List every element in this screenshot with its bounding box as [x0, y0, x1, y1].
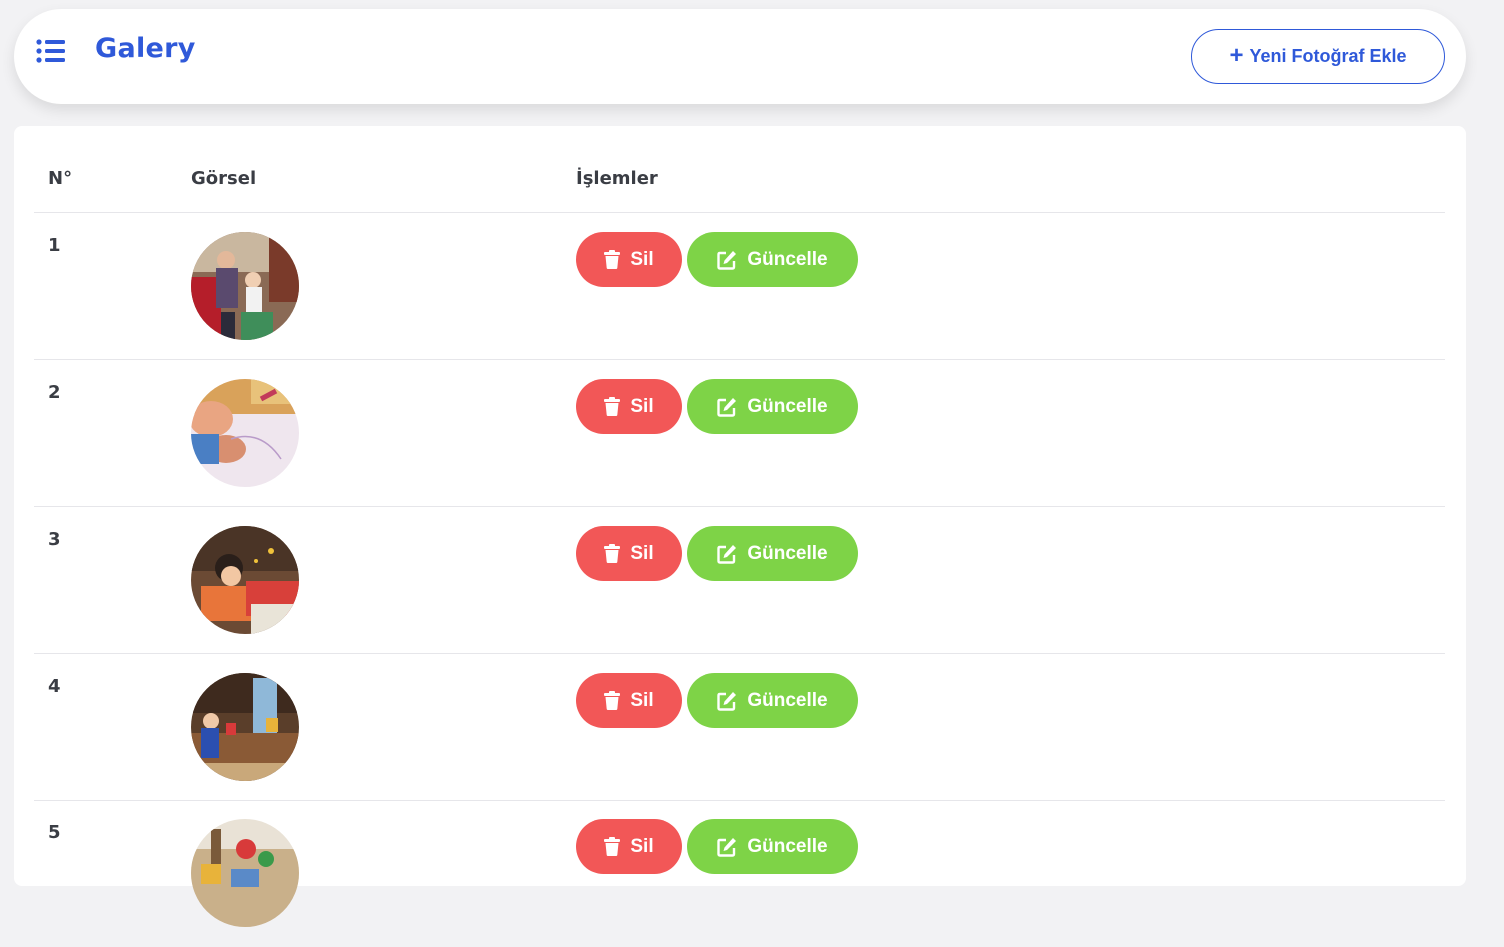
- trash-icon: [604, 544, 621, 563]
- gallery-thumbnail: [191, 232, 299, 340]
- update-button[interactable]: Güncelle: [687, 379, 858, 434]
- delete-button[interactable]: Sil: [576, 526, 682, 581]
- row-number: 1: [48, 235, 61, 256]
- edit-icon: [717, 397, 737, 417]
- add-photo-button[interactable]: + Yeni Fotoğraf Ekle: [1191, 29, 1445, 84]
- page-header: Galery + Yeni Fotoğraf Ekle: [14, 9, 1466, 104]
- trash-icon: [604, 397, 621, 416]
- gallery-thumbnail: [191, 526, 299, 634]
- table-row: 3 Sil Güncelle: [34, 507, 1445, 654]
- update-button[interactable]: Güncelle: [687, 526, 858, 581]
- update-button[interactable]: Güncelle: [687, 232, 858, 287]
- row-number: 3: [48, 529, 61, 550]
- delete-button[interactable]: Sil: [576, 819, 682, 874]
- update-button[interactable]: Güncelle: [687, 673, 858, 728]
- update-label: Güncelle: [747, 542, 828, 564]
- delete-label: Sil: [630, 835, 654, 857]
- table-row: 1 Sil Güncelle: [34, 213, 1445, 360]
- delete-button[interactable]: Sil: [576, 379, 682, 434]
- trash-icon: [604, 837, 621, 856]
- update-label: Güncelle: [747, 395, 828, 417]
- row-number: 4: [48, 676, 61, 697]
- trash-icon: [604, 691, 621, 710]
- edit-icon: [717, 691, 737, 711]
- delete-label: Sil: [630, 542, 654, 564]
- plus-icon: +: [1229, 41, 1244, 69]
- list-icon[interactable]: [36, 39, 66, 63]
- column-header-number: N°: [48, 168, 73, 189]
- add-photo-label: Yeni Fotoğraf Ekle: [1249, 46, 1407, 66]
- update-label: Güncelle: [747, 835, 828, 857]
- gallery-thumbnail: [191, 819, 299, 927]
- trash-icon: [604, 250, 621, 269]
- edit-icon: [717, 250, 737, 270]
- column-header-image: Görsel: [191, 168, 257, 189]
- table-row: 2 Sil Güncelle: [34, 360, 1445, 507]
- page-title: Galery: [95, 33, 196, 64]
- gallery-thumbnail: [191, 379, 299, 487]
- delete-button[interactable]: Sil: [576, 232, 682, 287]
- row-number: 5: [48, 822, 61, 843]
- column-header-actions: İşlemler: [576, 168, 658, 189]
- edit-icon: [717, 837, 737, 857]
- delete-label: Sil: [630, 689, 654, 711]
- update-label: Güncelle: [747, 689, 828, 711]
- table-row: 5 Sil Güncelle: [34, 800, 1445, 947]
- row-number: 2: [48, 382, 61, 403]
- edit-icon: [717, 544, 737, 564]
- table-row: 4 Sil Güncelle: [34, 654, 1445, 801]
- gallery-table: N° Görsel İşlemler 1 Sil Güncelle 2 Sil …: [14, 126, 1466, 927]
- delete-label: Sil: [630, 395, 654, 417]
- update-label: Güncelle: [747, 248, 828, 270]
- delete-label: Sil: [630, 248, 654, 270]
- gallery-thumbnail: [191, 673, 299, 781]
- delete-button[interactable]: Sil: [576, 673, 682, 728]
- update-button[interactable]: Güncelle: [687, 819, 858, 874]
